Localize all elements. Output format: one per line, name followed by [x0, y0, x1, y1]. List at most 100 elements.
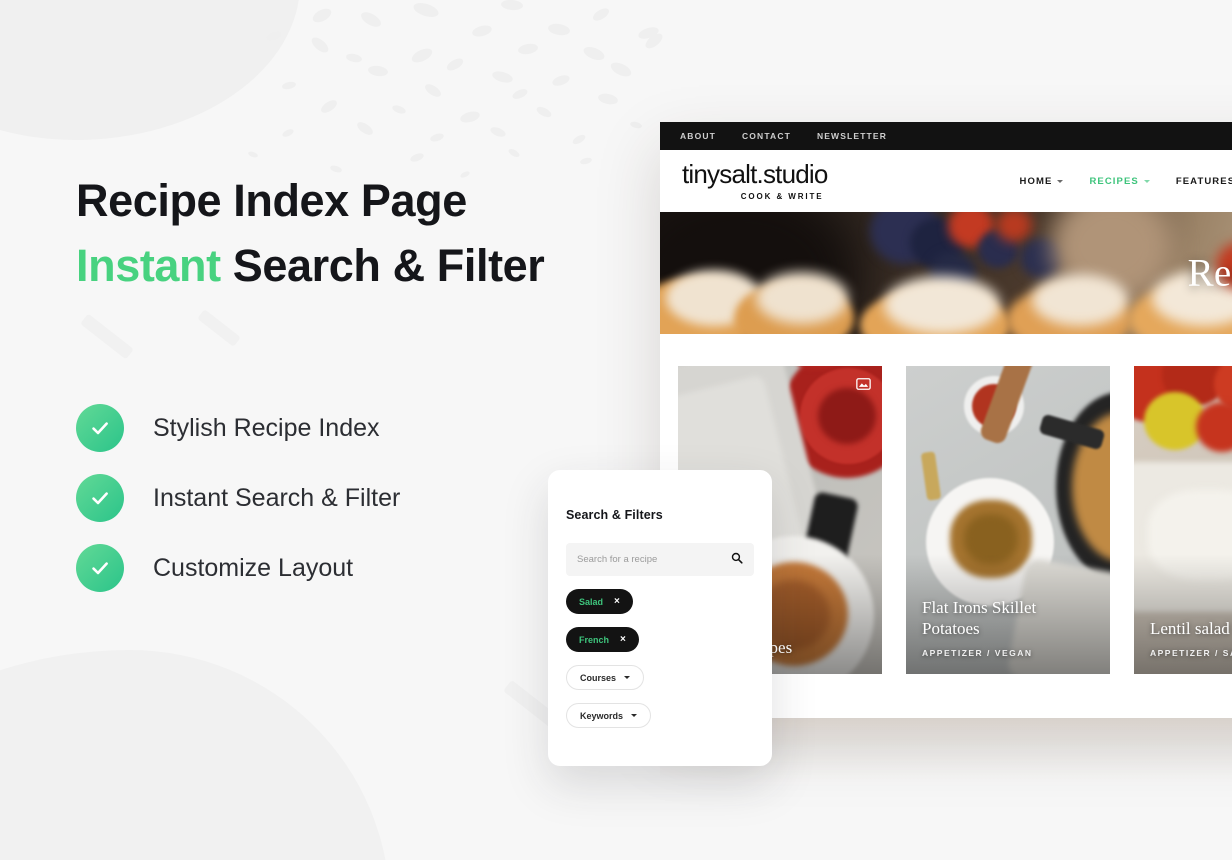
- nav-menu: HOMERECIPESFEATURESPAGESCO: [1020, 176, 1232, 187]
- filter-dropdown-label: Keywords: [580, 710, 624, 721]
- nav-item-recipes[interactable]: RECIPES: [1089, 176, 1150, 187]
- decor-seed: [517, 42, 539, 56]
- recipe-image-layer: [818, 388, 876, 444]
- recipe-card-title: Lentil salad w cheese: [1150, 618, 1232, 638]
- feature-item: Customize Layout: [76, 533, 400, 603]
- nav-item-label: HOME: [1019, 175, 1053, 187]
- decor-seed: [281, 127, 295, 139]
- filter-dropdown-row: Courses: [566, 652, 754, 690]
- decor-seed: [391, 103, 407, 116]
- decor-seed: [409, 45, 435, 66]
- filter-tag-row: French ×: [566, 614, 754, 652]
- nav-item-home[interactable]: HOME: [1020, 176, 1064, 187]
- decor-seed: [459, 109, 481, 125]
- feature-item: Stylish Recipe Index: [76, 393, 400, 463]
- hero-title: Recipe Index: [1187, 251, 1232, 295]
- chevron-down-icon: [631, 714, 638, 717]
- decor-seed: [471, 23, 493, 39]
- headline-accent-word: Instant: [76, 240, 221, 292]
- recipe-image-layer: [920, 451, 942, 501]
- chevron-down-icon: [1143, 179, 1150, 183]
- recipe-card-text: Lentil salad w cheese APPETIZER / SALAD: [1150, 619, 1232, 658]
- hero-image-layer: [884, 276, 1000, 334]
- site-topbar: ABOUT CONTACT NEWSLETTER: [660, 122, 1232, 150]
- chevron-down-icon: [624, 676, 631, 679]
- decor-stripe: [80, 313, 134, 360]
- search-box[interactable]: [566, 543, 754, 576]
- decor-seed: [309, 34, 331, 56]
- gallery-icon: [855, 377, 871, 390]
- decor-seed: [590, 5, 612, 24]
- topbar-link-about[interactable]: ABOUT: [680, 131, 716, 141]
- chevron-down-icon: [1057, 179, 1064, 183]
- search-icon[interactable]: [731, 551, 743, 569]
- check-icon: [76, 544, 124, 592]
- decor-seed: [629, 120, 643, 130]
- nav-item-label: FEATURES: [1175, 175, 1232, 187]
- recipe-card[interactable]: Flat Irons Skillet Potatoes APPETIZER / V…: [906, 366, 1110, 674]
- decor-seed: [597, 92, 619, 106]
- decor-seed: [608, 59, 634, 80]
- search-filters-title: Search & Filters: [566, 508, 663, 522]
- logo-tagline: COOK & WRITE: [740, 192, 824, 201]
- check-icon: [76, 404, 124, 452]
- recipe-card[interactable]: Lentil salad w cheese APPETIZER / SALAD: [1134, 366, 1232, 674]
- recipe-card-title: Flat Irons Skillet Potatoes: [922, 598, 1037, 638]
- filter-dropdown-label: Courses: [580, 672, 617, 683]
- decor-seed: [581, 44, 607, 63]
- decor-blob-top-left: [0, 0, 300, 140]
- decor-seed: [511, 87, 529, 101]
- feature-label: Customize Layout: [153, 553, 354, 582]
- decor-seed: [491, 69, 514, 85]
- feature-list: Stylish Recipe Index Instant Search & Fil…: [76, 393, 400, 603]
- decor-seed: [500, 0, 524, 11]
- decor-seed: [411, 0, 441, 20]
- close-icon[interactable]: ×: [614, 596, 620, 607]
- headline-line-2: Instant Search & Filter: [76, 233, 636, 298]
- recipe-card-text: Flat Irons Skillet Potatoes APPETIZER / V…: [922, 598, 1098, 658]
- site-logo[interactable]: tinysalt.studio COOK & WRITE: [682, 161, 828, 201]
- hero-copy: Recipe Index Page Instant Search & Filte…: [76, 168, 636, 299]
- filter-dropdown-courses[interactable]: Courses: [566, 665, 645, 690]
- decor-seed: [367, 64, 389, 78]
- hero-banner: Recipe Index: [660, 212, 1232, 334]
- hero-image: [660, 212, 1232, 334]
- decor-seed: [247, 150, 259, 159]
- feature-item: Instant Search & Filter: [76, 463, 400, 533]
- headline-line-1: Recipe Index Page: [76, 175, 467, 226]
- decor-stripe: [197, 309, 241, 347]
- filter-tag-row: Salad ×: [566, 576, 754, 614]
- decor-blob-bottom-left: [0, 650, 390, 860]
- decor-seed: [444, 56, 466, 73]
- filter-tag-french[interactable]: French ×: [566, 627, 639, 652]
- decor-seed: [345, 52, 363, 64]
- hero-image-layer: [756, 272, 848, 324]
- filter-tag-salad[interactable]: Salad ×: [566, 589, 633, 614]
- decor-seed: [319, 97, 339, 116]
- recipe-card-categories: APPETIZER / VEGAN: [922, 648, 1033, 658]
- close-icon[interactable]: ×: [620, 634, 626, 645]
- nav-item-features[interactable]: FEATURES: [1176, 176, 1232, 187]
- decor-seed: [507, 147, 521, 159]
- search-input[interactable]: [577, 554, 731, 565]
- decor-seed: [281, 80, 297, 91]
- decor-seed: [429, 132, 445, 143]
- filter-tag-label: French: [579, 634, 610, 645]
- logo-wordmark: tinysalt.studio: [682, 159, 828, 189]
- decor-seed: [571, 132, 587, 147]
- filter-tag-label: Salad: [579, 596, 604, 607]
- topbar-link-contact[interactable]: CONTACT: [742, 131, 791, 141]
- decor-seed: [355, 119, 375, 138]
- check-icon: [76, 474, 124, 522]
- decor-seed: [579, 156, 593, 166]
- decor-seed: [423, 81, 443, 100]
- site-main-nav: tinysalt.studio COOK & WRITE HOME RECIPES…: [660, 150, 1232, 212]
- topbar-link-newsletter[interactable]: NEWSLETTER: [817, 131, 887, 141]
- feature-label: Stylish Recipe Index: [153, 413, 380, 442]
- hero-image-layer: [1032, 274, 1128, 326]
- headline-rest: Search & Filter: [220, 240, 545, 292]
- decor-seed: [551, 73, 571, 88]
- decor-seed: [358, 9, 384, 30]
- decor-seed: [409, 151, 425, 164]
- filter-dropdown-keywords[interactable]: Keywords: [566, 703, 652, 728]
